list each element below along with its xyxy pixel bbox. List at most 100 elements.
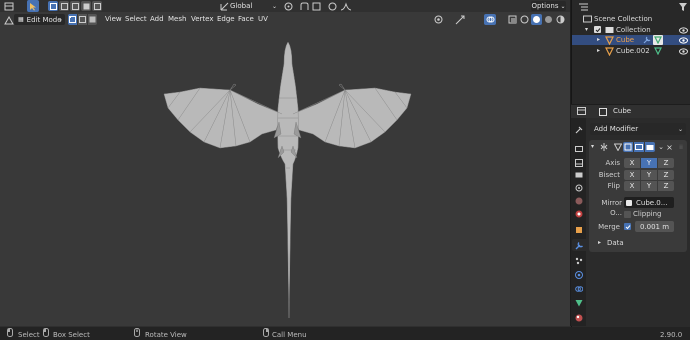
bisect-x-toggle[interactable]: X bbox=[624, 170, 640, 180]
material-tab-icon[interactable] bbox=[574, 313, 584, 323]
axis-y-toggle[interactable]: Y bbox=[641, 158, 657, 168]
data-subpanel-label[interactable]: Data bbox=[607, 238, 624, 248]
show-in-viewport-icon[interactable] bbox=[634, 142, 644, 152]
clipping-label: Clipping bbox=[633, 210, 662, 218]
overlays-icon[interactable] bbox=[484, 14, 496, 25]
face-select-mode-icon[interactable] bbox=[88, 14, 97, 25]
falloff-icon[interactable] bbox=[340, 1, 352, 11]
status-select: Select bbox=[18, 331, 40, 339]
eye-icon[interactable] bbox=[678, 35, 688, 45]
show-in-editmode-icon[interactable] bbox=[623, 142, 633, 152]
menu-add[interactable]: Add bbox=[150, 14, 164, 25]
particles-tab-icon[interactable] bbox=[574, 256, 584, 266]
flip-x-toggle[interactable]: X bbox=[624, 181, 640, 191]
shading-wireframe-icon[interactable] bbox=[519, 14, 530, 25]
chevron-down-icon: ⌄ bbox=[560, 2, 566, 10]
drag-handle-icon[interactable]: ⁞⁞ bbox=[677, 142, 685, 152]
shading-solid-icon[interactable] bbox=[531, 14, 542, 25]
expand-arrow-icon[interactable]: ▾ bbox=[585, 25, 588, 35]
show-in-render-icon[interactable] bbox=[645, 142, 655, 152]
editor-type-icon[interactable] bbox=[3, 1, 15, 11]
collection-tab-icon[interactable] bbox=[574, 209, 584, 219]
mesh-data-icon[interactable] bbox=[653, 46, 663, 56]
options-dropdown[interactable]: Options ⌄ bbox=[531, 1, 566, 11]
proportional-edit-icon[interactable] bbox=[326, 1, 338, 11]
axis-z-toggle[interactable]: Z bbox=[658, 158, 674, 168]
menu-face[interactable]: Face bbox=[238, 14, 254, 25]
expand-arrow-icon[interactable]: ▸ bbox=[598, 238, 601, 248]
menu-mesh[interactable]: Mesh bbox=[168, 14, 186, 25]
xray-icon[interactable] bbox=[506, 14, 518, 25]
vertex-select-mode-icon[interactable] bbox=[68, 14, 77, 25]
dragon-mesh[interactable] bbox=[150, 38, 425, 323]
world-tab-icon[interactable] bbox=[574, 196, 584, 206]
flip-y-toggle[interactable]: Y bbox=[641, 181, 657, 191]
expand-arrow-icon[interactable]: ▸ bbox=[597, 35, 600, 45]
merge-distance-field[interactable]: 0.001 m bbox=[635, 221, 674, 232]
eye-icon[interactable] bbox=[678, 46, 688, 56]
add-modifier-dropdown[interactable]: Add Modifier ⌄ bbox=[590, 123, 686, 135]
bisect-z-toggle[interactable]: Z bbox=[658, 170, 674, 180]
snap-icon[interactable] bbox=[298, 1, 310, 11]
mirror-object-label: Mirror O... bbox=[601, 199, 622, 217]
select-mode-subtract-icon[interactable] bbox=[70, 1, 80, 11]
scene-collection-icon bbox=[582, 14, 592, 24]
transform-orientation-icon bbox=[219, 1, 229, 11]
bisect-y-toggle[interactable]: Y bbox=[641, 170, 657, 180]
edge-select-mode-icon[interactable] bbox=[78, 14, 87, 25]
snap-target-icon[interactable] bbox=[310, 1, 322, 11]
edit-mode-cage-icon[interactable] bbox=[613, 142, 623, 152]
merge-checkbox[interactable] bbox=[624, 223, 631, 230]
select-tool-icon[interactable] bbox=[27, 0, 39, 12]
scene-tab-icon[interactable] bbox=[574, 183, 584, 193]
mouse-left-drag-icon bbox=[42, 328, 49, 337]
flip-z-toggle[interactable]: Z bbox=[658, 181, 674, 191]
view-object-types-icon[interactable] bbox=[432, 14, 444, 25]
bisect-label: Bisect bbox=[598, 171, 620, 179]
menu-edge[interactable]: Edge bbox=[217, 14, 235, 25]
physics-tab-icon[interactable] bbox=[574, 270, 584, 280]
menu-vertex[interactable]: Vertex bbox=[191, 14, 214, 25]
gizmo-icon[interactable] bbox=[454, 14, 466, 25]
clipping-checkbox[interactable] bbox=[624, 211, 631, 218]
mode-dropdown[interactable]: ▦ Edit Mode ⌄ bbox=[14, 14, 65, 25]
select-mode-invert-icon[interactable] bbox=[81, 1, 91, 11]
render-tab-icon[interactable] bbox=[574, 144, 584, 154]
eye-icon[interactable] bbox=[678, 25, 688, 35]
select-mode-new-icon[interactable] bbox=[48, 1, 58, 11]
modifier-wrench-icon[interactable] bbox=[642, 35, 652, 45]
filter-icon[interactable] bbox=[678, 2, 688, 11]
scene-collection-label[interactable]: Scene Collection bbox=[594, 14, 652, 24]
close-icon[interactable]: × bbox=[665, 142, 674, 152]
constraints-tab-icon[interactable] bbox=[574, 284, 584, 294]
expand-arrow-icon[interactable]: ▸ bbox=[597, 46, 600, 56]
shading-material-icon[interactable] bbox=[543, 14, 554, 25]
flip-label: Flip bbox=[607, 182, 620, 190]
pivot-point-icon[interactable] bbox=[282, 1, 294, 11]
chevron-down-icon[interactable]: ⌄ bbox=[657, 142, 665, 152]
menu-select[interactable]: Select bbox=[125, 14, 147, 25]
outliner-item-cube[interactable]: Cube bbox=[616, 35, 634, 45]
object-tab-icon[interactable] bbox=[574, 225, 584, 235]
object-data-tab-icon[interactable] bbox=[574, 298, 584, 308]
mesh-object-icon bbox=[604, 35, 614, 45]
checkbox-icon[interactable] bbox=[594, 26, 601, 33]
shading-rendered-icon[interactable] bbox=[555, 14, 566, 25]
select-mode-extend-icon[interactable] bbox=[59, 1, 69, 11]
mirror-object-field[interactable]: Cube.0... bbox=[624, 197, 674, 208]
axis-x-toggle[interactable]: X bbox=[624, 158, 640, 168]
menu-view[interactable]: View bbox=[105, 14, 122, 25]
tool-tab-icon[interactable] bbox=[574, 125, 584, 135]
outliner-item-cube-002[interactable]: Cube.002 bbox=[616, 46, 650, 56]
view-layer-tab-icon[interactable] bbox=[574, 170, 584, 180]
properties-editor-type-icon[interactable] bbox=[575, 106, 587, 116]
transform-orientation-dropdown[interactable]: Global ⌄ bbox=[230, 1, 278, 11]
pin-object-icon[interactable] bbox=[598, 107, 608, 116]
mesh-data-icon[interactable] bbox=[653, 35, 663, 45]
outliner-editor-type-icon[interactable] bbox=[578, 2, 588, 11]
menu-uv[interactable]: UV bbox=[258, 14, 268, 25]
modifier-tab-icon[interactable] bbox=[572, 239, 586, 251]
collapse-arrow-icon[interactable]: ▾ bbox=[591, 142, 594, 152]
select-mode-intersect-icon[interactable] bbox=[92, 1, 102, 11]
output-tab-icon[interactable] bbox=[574, 158, 584, 168]
